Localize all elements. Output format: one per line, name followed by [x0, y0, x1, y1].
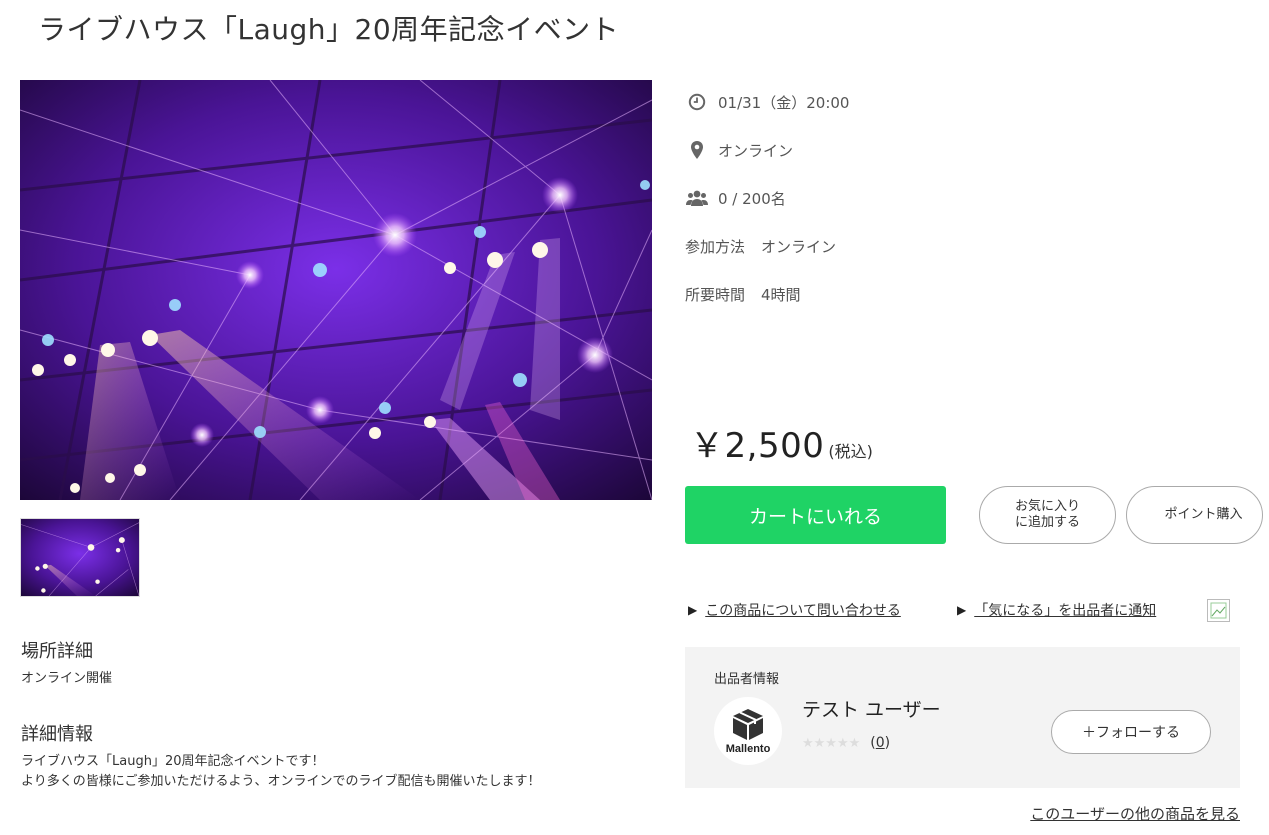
details-heading: 詳細情報: [21, 724, 93, 745]
stage-lights-illustration: [20, 80, 652, 500]
participation-value: オンライン: [761, 238, 837, 256]
details-line-1: ライブハウス「Laugh」20周年記念イベントです！: [21, 754, 325, 769]
add-to-favorites-button[interactable]: お気に入り に追加する: [979, 486, 1116, 544]
event-capacity-row: 0 / 200名: [686, 187, 786, 209]
page-title: ライブハウス「Laugh」20周年記念イベント: [38, 13, 620, 46]
price: ￥2,500 (税込): [690, 418, 873, 467]
favorites-label: お気に入り に追加する: [1015, 499, 1080, 531]
follow-button[interactable]: ＋フォローする: [1051, 710, 1211, 754]
duration-row: 所要時間 4時間: [685, 284, 801, 305]
seller-info-box: 出品者情報 Mallento テスト ユーザー ★★★★★ (0) ＋フォローす…: [685, 647, 1240, 788]
participation-row: 参加方法 オンライン: [685, 236, 836, 257]
event-datetime-row: 01/31（金）20:00: [686, 91, 849, 113]
seller-avatar[interactable]: Mallento: [714, 697, 782, 765]
map-pin-icon: [686, 139, 708, 161]
notify-seller-link[interactable]: 「気になる」を出品者に通知: [974, 600, 1156, 620]
seller-logo-text: Mallento: [725, 743, 771, 755]
inquiry-link-row: ▶ この商品について問い合わせる: [688, 600, 901, 620]
main-product-image[interactable]: [20, 80, 652, 500]
favorites-label-line-2: に追加する: [1014, 515, 1080, 530]
duration-label: 所要時間: [685, 286, 746, 304]
rating-count-wrapper: (0): [870, 735, 891, 751]
place-details-heading: 場所詳細: [21, 641, 93, 662]
box-logo-icon: [733, 709, 763, 740]
thumbnail-stage-lights: [21, 519, 139, 596]
event-capacity: 0 / 200名: [718, 189, 786, 208]
point-purchase-button[interactable]: ポイント購入: [1126, 486, 1263, 544]
place-details-text: オンライン開催: [21, 671, 113, 686]
thumbnail-image[interactable]: [20, 518, 140, 597]
favorites-label-line-1: お気に入り: [1014, 499, 1080, 514]
event-location: オンライン: [718, 141, 794, 160]
star-rating-icon: ★★★★★: [802, 735, 861, 751]
seller-rating: ★★★★★ (0): [802, 735, 890, 751]
add-to-cart-button[interactable]: カートにいれる: [685, 486, 946, 544]
details-line-2: より多くの皆様にご参加いただけるよう、オンラインでのライブ配信も開催いたします！: [21, 774, 541, 789]
price-tax-note: (税込): [828, 442, 873, 461]
notify-link-row: ▶ 「気になる」を出品者に通知: [957, 600, 1156, 620]
participation-label: 参加方法: [685, 238, 746, 256]
broken-image-icon[interactable]: [1207, 599, 1230, 622]
seller-other-items-link[interactable]: このユーザーの他の商品を見る: [1030, 803, 1240, 824]
users-icon: [686, 187, 708, 209]
triangle-right-icon: ▶: [688, 603, 698, 617]
event-datetime: 01/31（金）20:00: [718, 93, 850, 112]
duration-value: 4時間: [761, 286, 801, 304]
inquiry-link[interactable]: この商品について問い合わせる: [705, 600, 901, 620]
clock-icon: [686, 91, 708, 113]
price-amount: ￥2,500: [690, 426, 825, 466]
seller-name[interactable]: テスト ユーザー: [802, 695, 941, 722]
event-location-row: オンライン: [686, 139, 793, 161]
rating-count-link[interactable]: 0: [876, 735, 885, 751]
triangle-right-icon: ▶: [957, 603, 967, 617]
seller-info-label: 出品者情報: [714, 672, 780, 687]
